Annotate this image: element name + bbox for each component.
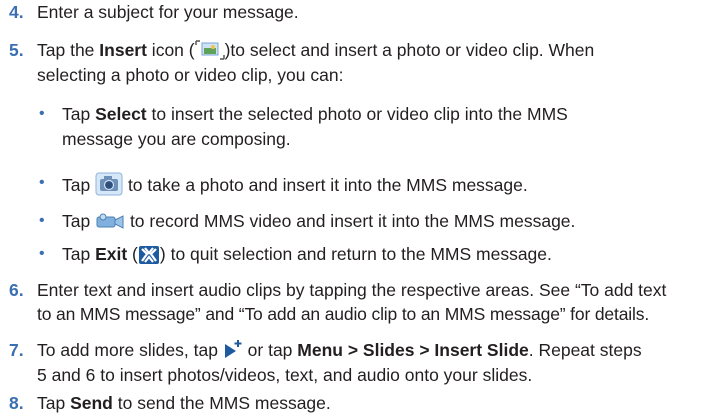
step-text-line-1: To add more slides, tap or tap Menu > Sl… — [37, 339, 642, 366]
bullet-text-line-1: Tap Select to insert the selected photo … — [62, 104, 568, 124]
step-text-line-2: 5 and 6 to insert photos/videos, text, a… — [37, 365, 533, 385]
step-number: 7. — [9, 340, 24, 360]
step-number: 5. — [9, 40, 24, 60]
select-label: Select — [95, 104, 147, 124]
insert-label: Insert — [99, 40, 147, 60]
video-camera-icon — [95, 212, 125, 237]
bullet-mark: • — [39, 212, 45, 229]
exit-label: Exit — [95, 244, 128, 264]
step-text-line-2: selecting a photo or video clip, you can… — [37, 65, 344, 85]
step-number: 6. — [9, 280, 24, 300]
step-text-line-2: to an MMS message” and “To add an audio … — [37, 304, 650, 324]
step-number: 4. — [9, 2, 24, 22]
add-slide-icon — [223, 339, 243, 366]
bullet-mark: • — [39, 245, 45, 262]
step-text-line-1: Tap the Insert icon ( )to select and ins… — [37, 39, 594, 66]
send-label: Send — [70, 393, 113, 413]
step-text: Tap Send to send the MMS message. — [37, 393, 331, 413]
bullet-text: Tap to take a photo and insert it into t… — [62, 172, 528, 201]
camera-icon — [95, 172, 123, 201]
menu-path-label: Menu > Slides > Insert Slide — [297, 340, 529, 360]
step-text: Enter a subject for your message. — [37, 2, 299, 22]
insert-picture-icon — [194, 39, 225, 66]
bullet-text: Tap Exit ( ) to quit selection and retur… — [62, 243, 552, 270]
step-number: 8. — [9, 393, 24, 413]
bullet-text-line-2: message you are composing. — [62, 129, 291, 149]
bullet-mark: • — [39, 174, 45, 191]
bullet-mark: • — [39, 105, 45, 122]
bullet-text: Tap to record MMS video and insert it in… — [62, 210, 575, 237]
step-text-line-1: Enter text and insert audio clips by tap… — [37, 280, 667, 300]
exit-icon — [138, 245, 160, 270]
